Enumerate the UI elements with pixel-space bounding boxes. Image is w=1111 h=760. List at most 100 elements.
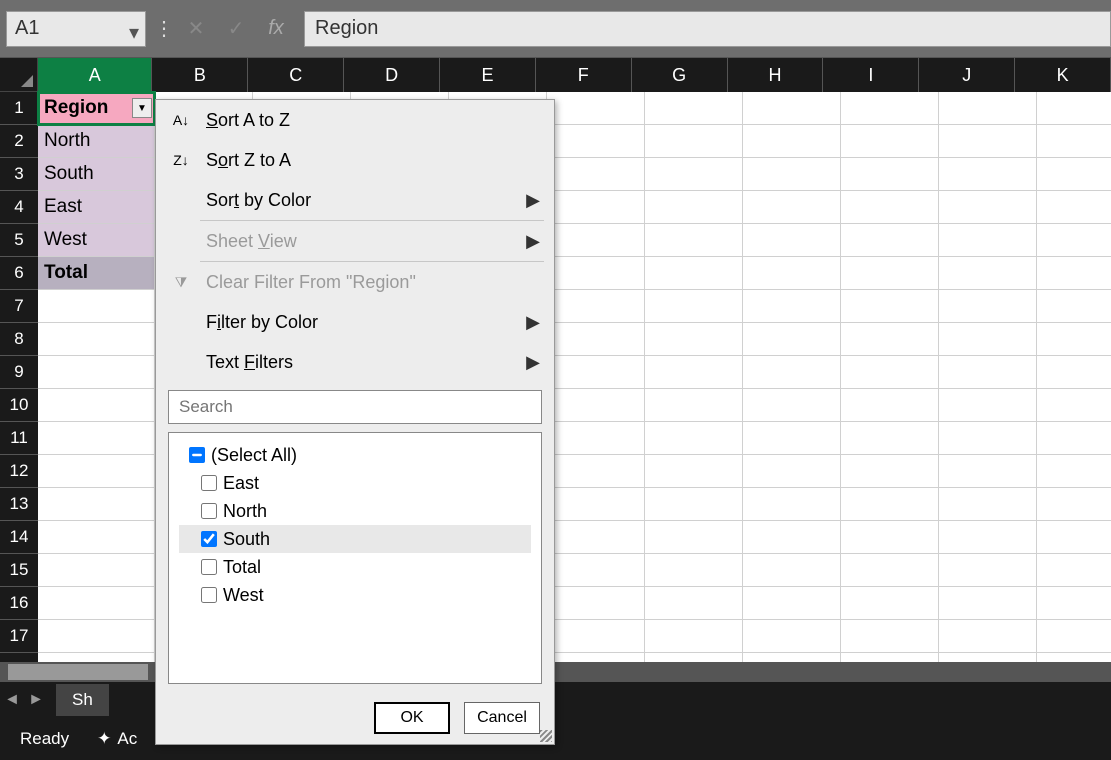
filter-checkbox[interactable] <box>201 475 217 491</box>
column-header-K[interactable]: K <box>1015 58 1111 92</box>
cell-J16[interactable] <box>939 587 1037 620</box>
cell-I1[interactable] <box>841 92 939 125</box>
cell-J15[interactable] <box>939 554 1037 587</box>
text-filters[interactable]: Text Filters ▶ <box>156 342 554 382</box>
cell-K14[interactable] <box>1037 521 1111 554</box>
cell-A11[interactable] <box>38 422 155 455</box>
cell-G16[interactable] <box>645 587 743 620</box>
filter-checkbox[interactable] <box>189 447 205 463</box>
cell-I12[interactable] <box>841 455 939 488</box>
cell-K17[interactable] <box>1037 620 1111 653</box>
cell-H12[interactable] <box>743 455 841 488</box>
filter-checkbox[interactable] <box>201 531 217 547</box>
name-box[interactable]: A1 ▾ <box>6 11 146 47</box>
sheet-nav-prev-icon[interactable]: ◄ <box>0 691 24 709</box>
cell-A7[interactable] <box>38 290 155 323</box>
cell-I9[interactable] <box>841 356 939 389</box>
column-header-E[interactable]: E <box>440 58 536 92</box>
filter-dropdown-button[interactable]: ▼ <box>132 98 152 118</box>
cell-J14[interactable] <box>939 521 1037 554</box>
row-header-10[interactable]: 10 <box>0 389 38 422</box>
cell-J7[interactable] <box>939 290 1037 323</box>
cell-K3[interactable] <box>1037 158 1111 191</box>
cell-A2[interactable]: North <box>38 125 155 158</box>
cell-I8[interactable] <box>841 323 939 356</box>
sheet-tab[interactable]: Sh <box>56 684 109 716</box>
cell-G10[interactable] <box>645 389 743 422</box>
cell-K11[interactable] <box>1037 422 1111 455</box>
cell-J11[interactable] <box>939 422 1037 455</box>
cell-J8[interactable] <box>939 323 1037 356</box>
sort-by-color[interactable]: Sort by Color ▶ <box>156 180 554 220</box>
accessibility-status[interactable]: ✦ Ac <box>97 729 137 749</box>
cell-G9[interactable] <box>645 356 743 389</box>
cell-H6[interactable] <box>743 257 841 290</box>
cell-G3[interactable] <box>645 158 743 191</box>
row-header-16[interactable]: 16 <box>0 587 38 620</box>
cell-K5[interactable] <box>1037 224 1111 257</box>
cell-G6[interactable] <box>645 257 743 290</box>
cell-A13[interactable] <box>38 488 155 521</box>
cancel-button[interactable]: Cancel <box>464 702 540 734</box>
cell-A17[interactable] <box>38 620 155 653</box>
cell-A3[interactable]: South <box>38 158 155 191</box>
cell-G15[interactable] <box>645 554 743 587</box>
cell-G13[interactable] <box>645 488 743 521</box>
cell-K16[interactable] <box>1037 587 1111 620</box>
row-header-6[interactable]: 6 <box>0 257 38 290</box>
column-header-H[interactable]: H <box>728 58 824 92</box>
cell-F2[interactable] <box>547 125 645 158</box>
cell-J17[interactable] <box>939 620 1037 653</box>
row-header-15[interactable]: 15 <box>0 554 38 587</box>
cell-J10[interactable] <box>939 389 1037 422</box>
cell-J13[interactable] <box>939 488 1037 521</box>
cell-J1[interactable] <box>939 92 1037 125</box>
column-header-G[interactable]: G <box>632 58 728 92</box>
cell-F1[interactable] <box>547 92 645 125</box>
cell-J9[interactable] <box>939 356 1037 389</box>
cell-I15[interactable] <box>841 554 939 587</box>
cell-F9[interactable] <box>547 356 645 389</box>
cell-A6[interactable]: Total <box>38 257 155 290</box>
row-header-1[interactable]: 1 <box>0 92 38 125</box>
separator-icon[interactable]: ⋮ <box>152 16 176 41</box>
filter-item-west[interactable]: West <box>179 581 531 609</box>
sheet-nav-next-icon[interactable]: ► <box>24 691 48 709</box>
cell-K12[interactable] <box>1037 455 1111 488</box>
cell-F10[interactable] <box>547 389 645 422</box>
cell-A16[interactable] <box>38 587 155 620</box>
column-header-F[interactable]: F <box>536 58 632 92</box>
cell-F4[interactable] <box>547 191 645 224</box>
cell-I6[interactable] <box>841 257 939 290</box>
fx-icon[interactable]: fx <box>256 11 296 47</box>
cell-F13[interactable] <box>547 488 645 521</box>
column-header-A[interactable]: A <box>38 58 152 92</box>
cell-H11[interactable] <box>743 422 841 455</box>
cell-A12[interactable] <box>38 455 155 488</box>
cell-H10[interactable] <box>743 389 841 422</box>
cell-K2[interactable] <box>1037 125 1111 158</box>
filter-search-input[interactable] <box>168 390 542 424</box>
cell-H5[interactable] <box>743 224 841 257</box>
cell-G7[interactable] <box>645 290 743 323</box>
cell-A10[interactable] <box>38 389 155 422</box>
cell-I17[interactable] <box>841 620 939 653</box>
column-header-J[interactable]: J <box>919 58 1015 92</box>
column-header-B[interactable]: B <box>152 58 248 92</box>
cell-G4[interactable] <box>645 191 743 224</box>
cell-F11[interactable] <box>547 422 645 455</box>
row-header-2[interactable]: 2 <box>0 125 38 158</box>
cell-K6[interactable] <box>1037 257 1111 290</box>
cell-A15[interactable] <box>38 554 155 587</box>
cell-J3[interactable] <box>939 158 1037 191</box>
cell-I16[interactable] <box>841 587 939 620</box>
cell-J4[interactable] <box>939 191 1037 224</box>
cell-F15[interactable] <box>547 554 645 587</box>
cell-G5[interactable] <box>645 224 743 257</box>
ok-button[interactable]: OK <box>374 702 450 734</box>
row-header-3[interactable]: 3 <box>0 158 38 191</box>
cell-F14[interactable] <box>547 521 645 554</box>
cell-A5[interactable]: West <box>38 224 155 257</box>
cell-I7[interactable] <box>841 290 939 323</box>
cell-H13[interactable] <box>743 488 841 521</box>
